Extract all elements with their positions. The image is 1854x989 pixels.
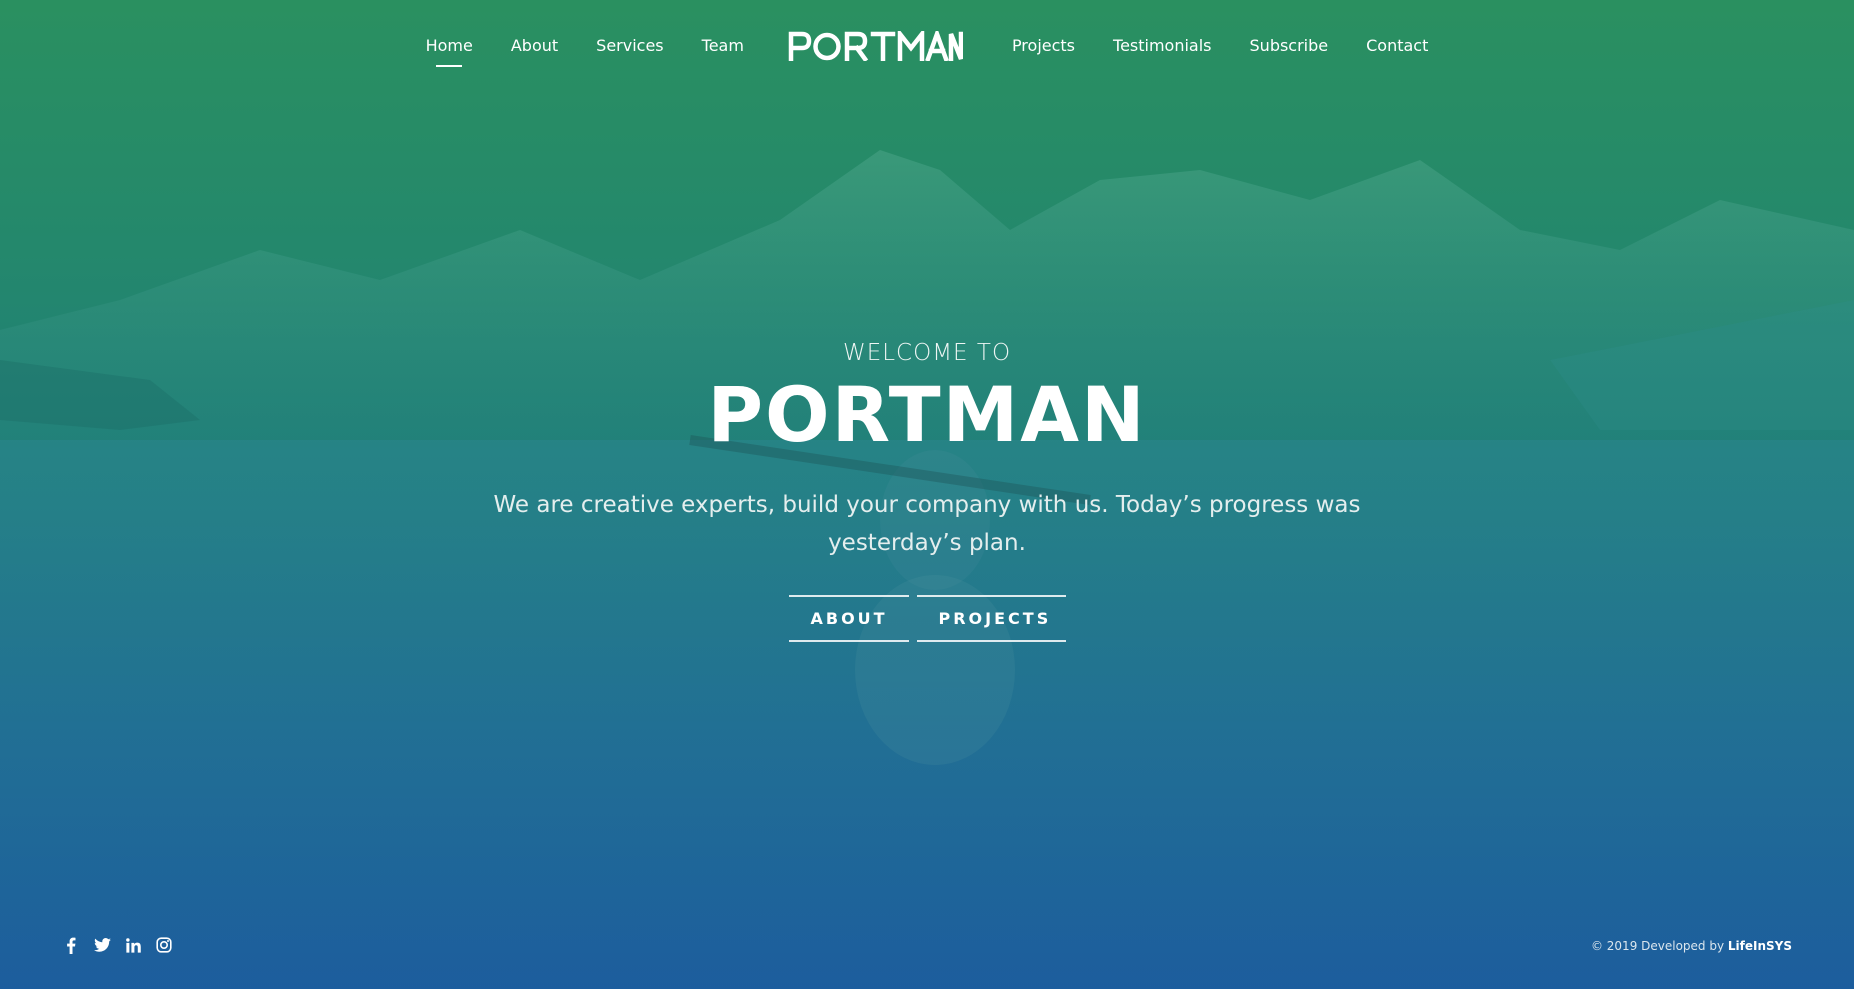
hero-content: WELCOME TO PORTMAN We are creative exper… xyxy=(0,338,1854,642)
nav-item-testimonials[interactable]: Testimonials xyxy=(1113,38,1212,54)
linkedin-icon[interactable] xyxy=(124,936,142,954)
nav-item-subscribe[interactable]: Subscribe xyxy=(1250,38,1329,54)
instagram-icon[interactable] xyxy=(155,936,173,954)
hero-title: PORTMAN xyxy=(707,370,1147,459)
projects-button[interactable]: PROJECTS xyxy=(916,595,1066,642)
portman-logo-mark xyxy=(788,31,963,61)
top-navigation: Home About Services Team Projects Testim… xyxy=(0,0,1854,92)
nav-item-about[interactable]: About xyxy=(511,38,558,54)
hero-buttons: ABOUT PROJECTS xyxy=(0,595,1854,642)
copyright-text: © 2019 Developed by xyxy=(1590,939,1728,953)
nav-item-team[interactable]: Team xyxy=(702,38,744,54)
twitter-icon[interactable] xyxy=(93,936,111,954)
about-button[interactable]: ABOUT xyxy=(788,595,909,642)
copyright-notice: © 2019 Developed by LifeInSYS xyxy=(1591,939,1792,953)
nav-item-services[interactable]: Services xyxy=(596,38,663,54)
nav-item-contact[interactable]: Contact xyxy=(1366,38,1428,54)
hero-section: Home About Services Team Projects Testim… xyxy=(0,0,1854,989)
hero-tagline: We are creative experts, build your comp… xyxy=(493,492,1361,556)
facebook-icon[interactable] xyxy=(62,936,80,954)
nav-item-projects[interactable]: Projects xyxy=(1012,38,1075,54)
nav-item-home[interactable]: Home xyxy=(426,38,473,54)
nav-right-group: Projects Testimonials Subscribe Contact xyxy=(993,38,1447,54)
social-links xyxy=(62,936,173,954)
portman-logo[interactable] xyxy=(787,31,963,61)
developer-link[interactable]: LifeInSYS xyxy=(1728,939,1792,953)
welcome-subtitle: WELCOME TO xyxy=(842,340,1012,366)
nav-left-group: Home About Services Team xyxy=(407,38,763,54)
